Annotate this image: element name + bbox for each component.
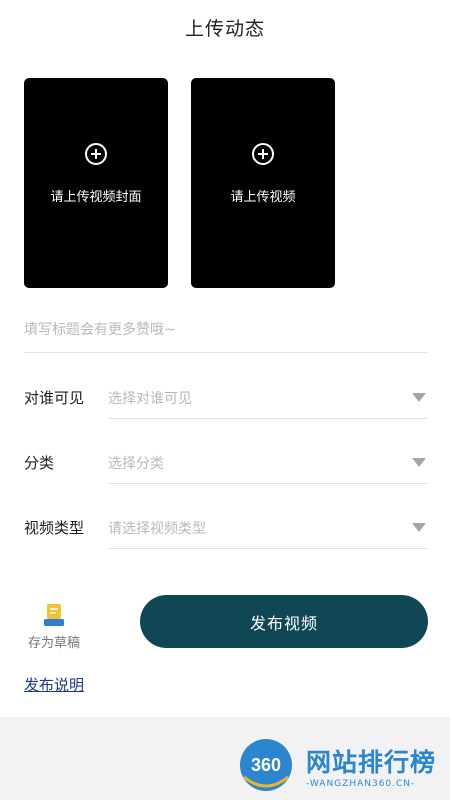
watermark: 360 网站排行榜 -WANGZHAN360.CN- — [238, 737, 446, 797]
publish-notes-link[interactable]: 发布说明 — [24, 674, 84, 695]
category-row: 分类 选择分类 — [24, 440, 428, 484]
visibility-select[interactable]: 选择对谁可见 — [108, 375, 428, 419]
page-header: 上传动态 — [0, 0, 450, 54]
category-select-placeholder: 选择分类 — [108, 456, 164, 472]
caret-down-icon — [412, 458, 426, 467]
upload-video-button[interactable]: 请上传视频 — [191, 78, 335, 288]
save-draft-button[interactable]: 存为草稿 — [20, 604, 88, 652]
save-draft-label: 存为草稿 — [27, 636, 80, 651]
watermark-logo-text: 360 — [251, 755, 281, 775]
video-type-label: 视频类型 — [24, 519, 85, 537]
watermark-logo-icon: 360 — [240, 739, 292, 791]
upload-video-label: 请上传视频 — [230, 190, 296, 205]
page-title: 上传动态 — [184, 17, 265, 40]
video-type-row: 视频类型 请选择视频类型 — [24, 505, 428, 549]
upload-cover-button[interactable]: 请上传视频封面 — [24, 78, 168, 288]
draft-document-icon — [44, 604, 64, 626]
watermark-subtitle: -WANGZHAN360.CN- — [306, 779, 416, 789]
plus-circle-icon — [85, 143, 107, 165]
publish-video-button[interactable]: 发布视频 — [140, 595, 428, 648]
caret-down-icon — [412, 523, 426, 532]
caret-down-icon — [412, 393, 426, 402]
category-label: 分类 — [24, 454, 55, 472]
title-input[interactable] — [24, 308, 427, 353]
visibility-row: 对谁可见 选择对谁可见 — [24, 375, 428, 419]
upload-cover-label: 请上传视频封面 — [50, 190, 142, 205]
visibility-label: 对谁可见 — [24, 389, 85, 407]
video-type-select-placeholder: 请选择视频类型 — [108, 521, 206, 537]
category-select[interactable]: 选择分类 — [108, 440, 428, 484]
visibility-select-placeholder: 选择对谁可见 — [108, 391, 192, 407]
watermark-title: 网站排行榜 — [306, 748, 437, 777]
video-type-select[interactable]: 请选择视频类型 — [108, 505, 428, 549]
plus-circle-icon — [252, 143, 274, 165]
